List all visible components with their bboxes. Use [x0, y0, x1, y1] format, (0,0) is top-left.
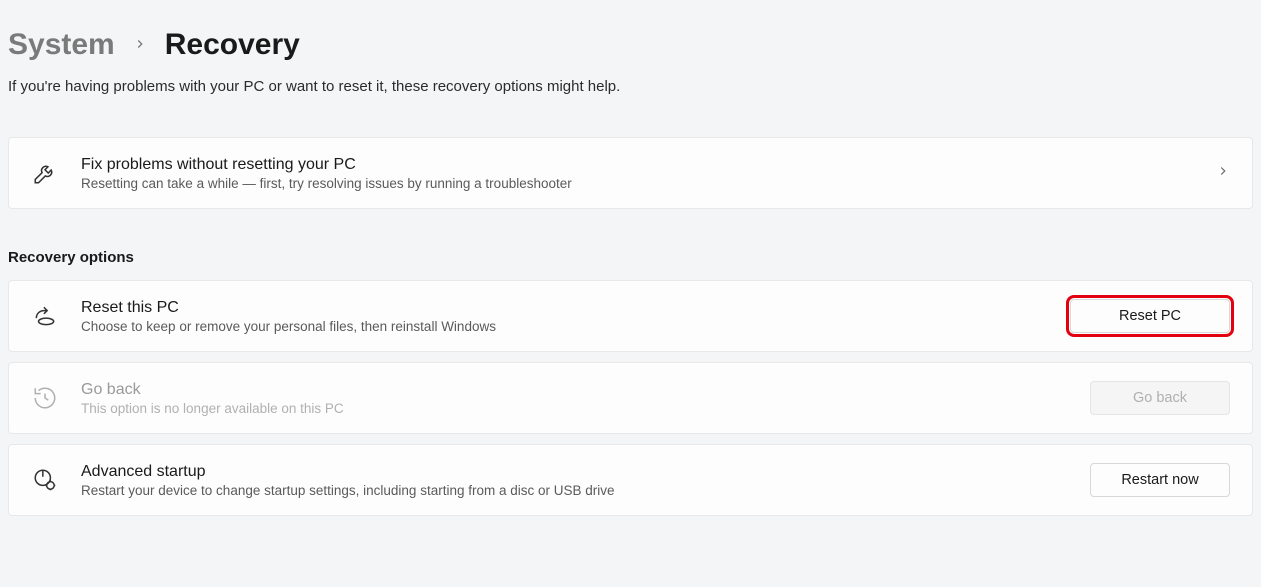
breadcrumb-current: Recovery — [165, 28, 300, 62]
power-gear-icon — [31, 466, 59, 494]
reset-pc-card: Reset this PC Choose to keep or remove y… — [8, 280, 1253, 352]
chevron-right-icon — [1216, 164, 1230, 183]
reset-pc-desc: Choose to keep or remove your personal f… — [81, 319, 1048, 334]
reset-pc-button[interactable]: Reset PC — [1070, 299, 1230, 333]
advanced-startup-text: Advanced startup Restart your device to … — [81, 463, 1068, 498]
breadcrumb: System Recovery — [8, 28, 1253, 62]
recovery-options-heading: Recovery options — [8, 249, 1253, 266]
go-back-title: Go back — [81, 381, 1068, 399]
fix-problems-card[interactable]: Fix problems without resetting your PC R… — [8, 137, 1253, 209]
reset-pc-text: Reset this PC Choose to keep or remove y… — [81, 299, 1048, 334]
history-icon — [31, 384, 59, 412]
restart-now-button[interactable]: Restart now — [1090, 463, 1230, 497]
reset-icon — [31, 302, 59, 330]
wrench-icon — [31, 159, 59, 187]
page-subtitle: If you're having problems with your PC o… — [8, 78, 1253, 95]
go-back-button: Go back — [1090, 381, 1230, 415]
fix-problems-desc: Resetting can take a while — first, try … — [81, 176, 1194, 191]
advanced-startup-card: Advanced startup Restart your device to … — [8, 444, 1253, 516]
reset-pc-title: Reset this PC — [81, 299, 1048, 317]
chevron-right-icon — [133, 34, 147, 57]
fix-problems-text: Fix problems without resetting your PC R… — [81, 156, 1194, 191]
go-back-text: Go back This option is no longer availab… — [81, 381, 1068, 416]
go-back-desc: This option is no longer available on th… — [81, 401, 1068, 416]
fix-problems-title: Fix problems without resetting your PC — [81, 156, 1194, 174]
breadcrumb-parent[interactable]: System — [8, 28, 115, 62]
go-back-card: Go back This option is no longer availab… — [8, 362, 1253, 434]
advanced-startup-title: Advanced startup — [81, 463, 1068, 481]
advanced-startup-desc: Restart your device to change startup se… — [81, 483, 1068, 498]
